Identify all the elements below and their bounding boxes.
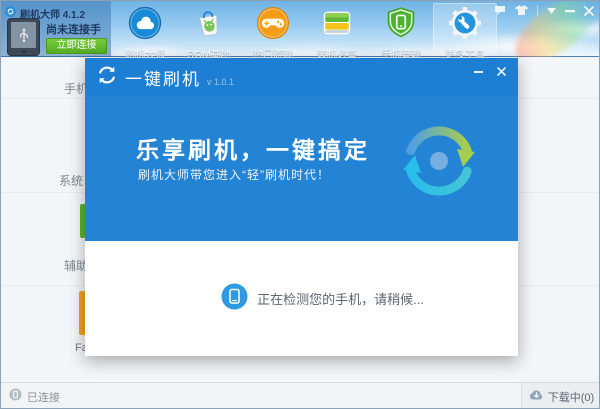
cloud-download-icon: [529, 388, 544, 406]
cloud-icon: [128, 6, 162, 45]
app-window: 刷机大师 4.1.2 尚未连接手机 立即连接 刷机大师: [0, 0, 600, 409]
shield-phone-icon: [384, 6, 418, 45]
connection-indicator: 已连接: [9, 383, 60, 408]
minimize-icon[interactable]: [565, 9, 575, 13]
toolbar-item-essentials[interactable]: 装机必备: [305, 3, 369, 61]
statusbar: 已连接 下载中(0): [1, 382, 599, 408]
toolbar-item-rom-base[interactable]: ROM基地: [177, 3, 241, 61]
banner-headline: 乐享刷机，一键搞定: [136, 137, 370, 163]
toolbar-item-phone-manager[interactable]: 手机管理: [369, 3, 433, 61]
phone-detect-icon: [221, 283, 248, 315]
downloads-button[interactable]: 下载中(0): [521, 383, 599, 408]
dialog-close-icon[interactable]: [497, 67, 506, 76]
gear-wrench-icon: [448, 6, 482, 45]
connection-status-label: 已连接: [27, 391, 60, 404]
banner-subline: 刷机大师带您进入“轻”刷机时代！: [138, 168, 330, 182]
device-circle-icon: [9, 388, 22, 406]
detect-status-text: 正在检测您的手机，请稍候...: [257, 292, 424, 307]
dialog-header: 一键刷机 v 1.0.1: [85, 58, 518, 96]
one-click-flash-dialog: 一键刷机 v 1.0.1 乐享刷机，一键搞定 刷机大师带您进入“轻”刷机时代！: [85, 58, 518, 356]
connect-panel: 刷机大师 4.1.2 尚未连接手机 立即连接: [1, 1, 111, 57]
gamepad-icon: [256, 6, 290, 45]
dialog-minimize-icon[interactable]: [474, 70, 483, 74]
dialog-banner: 乐享刷机，一键搞定 刷机大师带您进入“轻”刷机时代！: [85, 96, 518, 241]
section-label-system: 系统: [59, 174, 84, 188]
dialog-body: 正在检测您的手机，请稍候...: [106, 241, 539, 356]
refresh-cycle-logo: [394, 116, 484, 211]
close-icon[interactable]: [584, 5, 594, 16]
toolbar-item-more-tools[interactable]: 更多工具: [433, 3, 497, 61]
dialog-title: 一键刷机: [125, 69, 201, 89]
toolbar: 刷机大师 4.1.2 尚未连接手机 立即连接 刷机大师: [1, 1, 599, 75]
app-stack-icon: [320, 6, 354, 45]
connect-now-button[interactable]: 立即连接: [46, 38, 107, 54]
dialog-version: v 1.0.1: [207, 76, 235, 87]
downloads-label: 下载中(0): [547, 391, 595, 404]
controls-divider: [537, 5, 538, 16]
dialog-controls: [474, 67, 506, 76]
usb-icon: [11, 22, 36, 48]
toolbar-item-flash-master[interactable]: 刷机大师: [113, 3, 177, 61]
phone-graphic: [7, 18, 40, 56]
window-controls: [494, 5, 594, 16]
shopping-bag-icon: [192, 6, 226, 45]
toolbar-tools: 刷机大师 ROM基地 热门游戏 装机必备 手机管理 更多工具: [113, 3, 497, 61]
menu-caret-icon[interactable]: [547, 7, 556, 14]
toolbar-item-hot-games[interactable]: 热门游戏: [241, 3, 305, 61]
sync-arrows-icon: [96, 64, 118, 91]
skin-shirt-icon[interactable]: [515, 5, 528, 16]
feedback-bubble-icon[interactable]: [494, 5, 506, 16]
